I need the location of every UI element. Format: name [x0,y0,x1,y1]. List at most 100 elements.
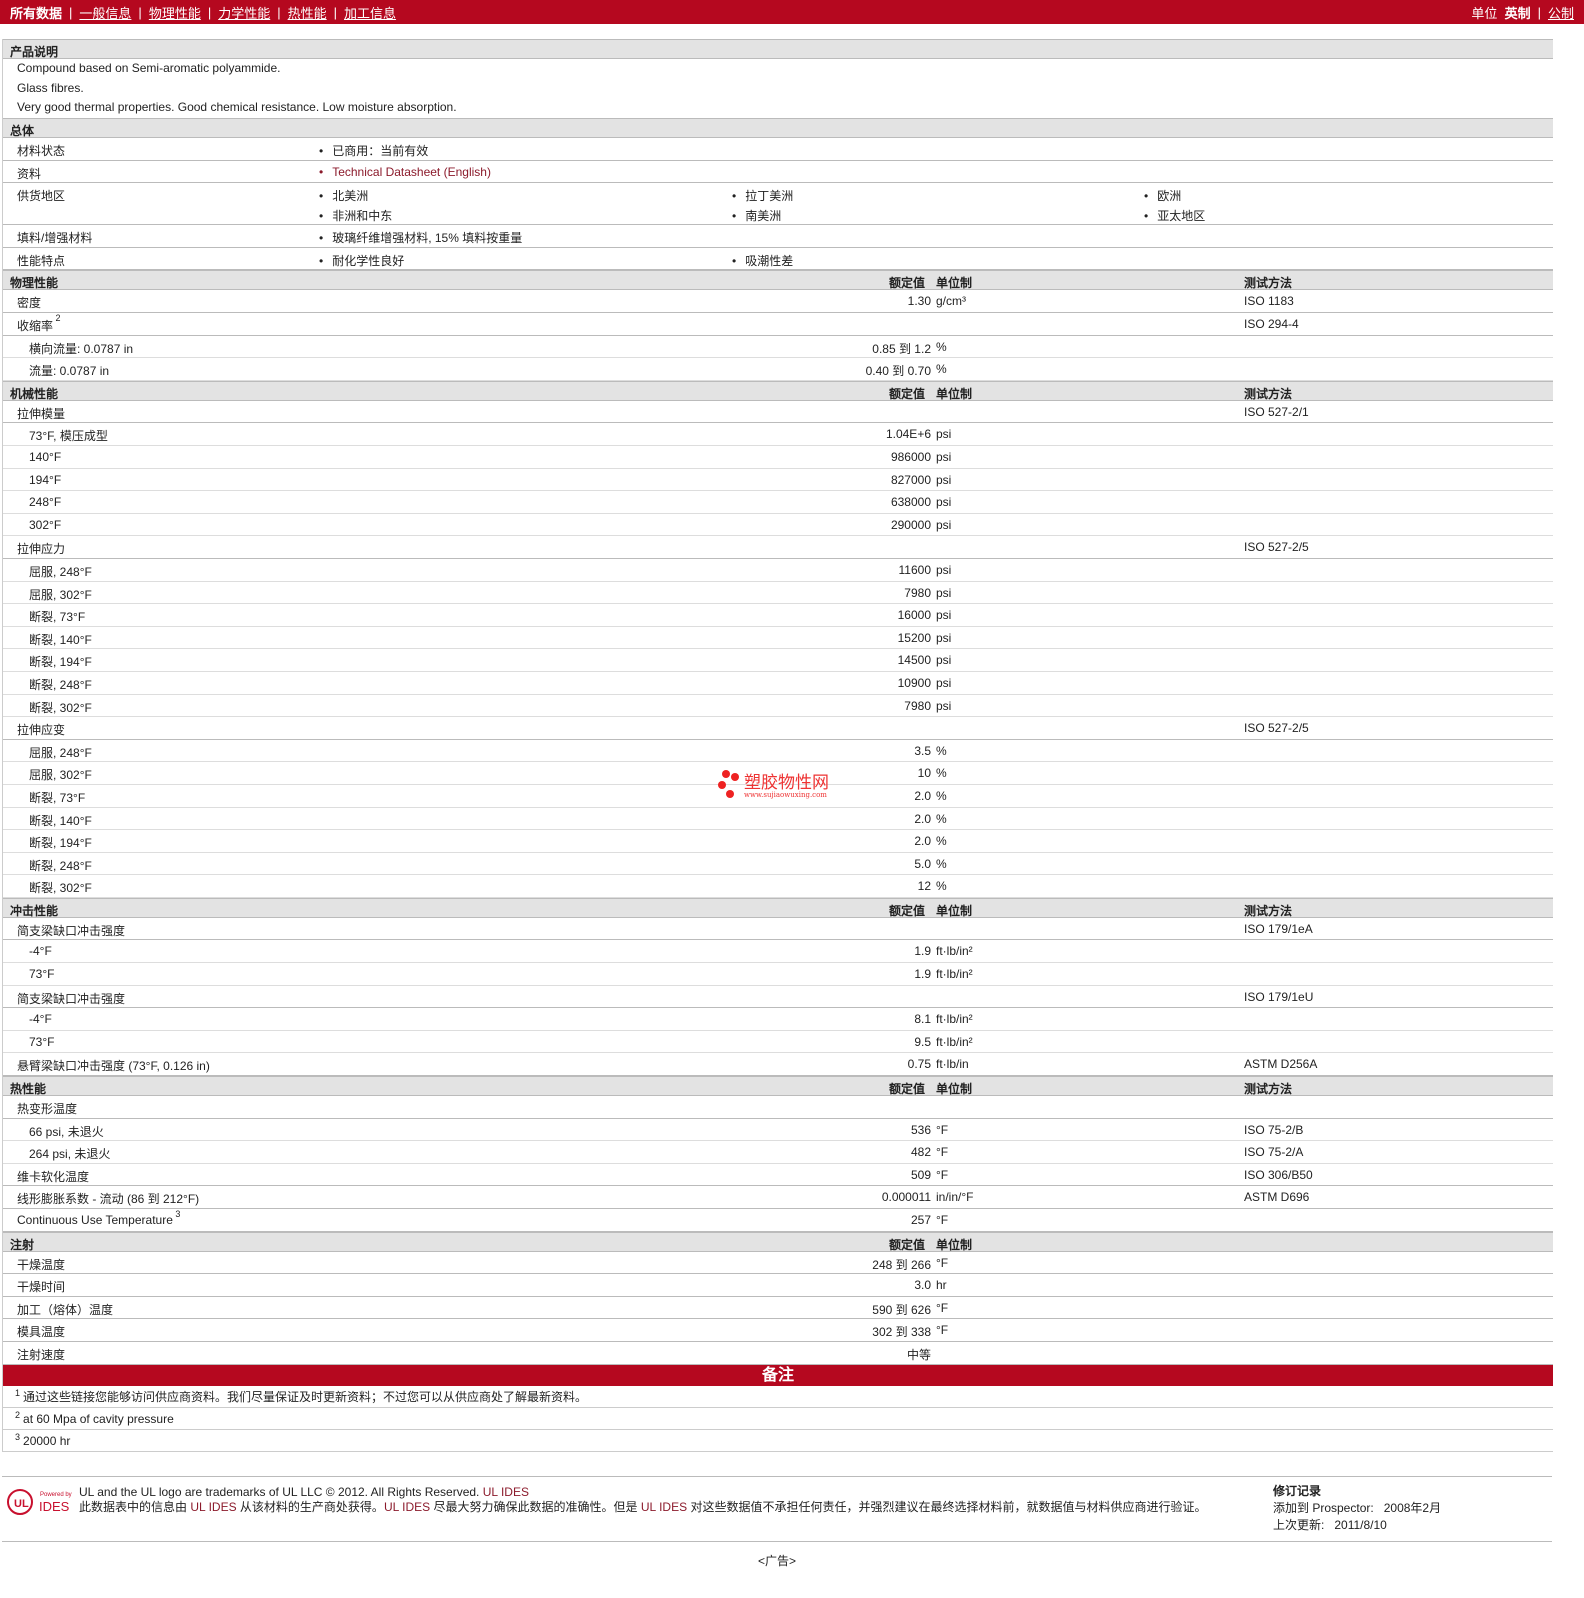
footer: UL Powered by IDES UL and the UL logo are … [2,1476,1552,1542]
property-label: 断裂, 302°F [29,700,92,715]
property-unit: °F [936,1145,949,1160]
unit-imperial[interactable]: 英制 [1505,3,1531,22]
nav-processing[interactable]: 加工信息 [344,3,396,22]
property-row: 流量: 0.0787 in 0.40 到 0.70% [3,358,1553,381]
property-unit: % [936,743,947,758]
general-label: 性能特点 [17,253,66,268]
section-title: 产品说明 [10,45,59,59]
property-row: 模具温度 302 到 338 °F [3,1319,1553,1342]
footnote-text: 通过这些链接您能够访问供应商资料。我们尽量保证及时更新资料；不过您可以从供应商处… [23,1389,588,1404]
property-label: 注射速度 [17,1347,66,1362]
footnote: 3 20000 hr [3,1430,1553,1452]
nav-all-data[interactable]: 所有数据 [10,3,62,22]
property-row: 194°F 827000 psi [3,469,1553,492]
test-method: ISO 75-2/B [1244,1122,1304,1137]
general-item: 南美洲 [732,207,781,224]
property-value: 536 [910,1122,931,1137]
property-value: 827000 [890,472,931,487]
property-row: 拉伸应变 ISO 527-2/5 [3,717,1553,740]
property-value: 16000 [897,608,931,623]
svg-text:塑胶物性网: 塑胶物性网 [744,773,829,793]
property-label: 拉伸应力 [17,542,66,557]
property-unit: psi [936,562,952,577]
nav-general[interactable]: 一般信息 [79,3,131,22]
property-label: 断裂, 140°F [29,632,92,647]
section-title: 物理性能 [10,276,59,291]
general-item: 亚太地区 [1144,207,1205,224]
test-method: ISO 306/B50 [1244,1167,1313,1182]
property-label: 264 psi, 未退火 [29,1147,111,1162]
footnote-ref: 3 [172,1209,181,1219]
property-value: 0.000011 [881,1190,931,1205]
description-line: Compound based on Semi-aromatic polyammi… [17,61,281,75]
property-label: 简支梁缺口冲击强度 [17,991,126,1006]
property-row: 悬臂梁缺口冲击强度 (73°F, 0.126 in) 0.75 ft·lb/in AS… [3,1053,1553,1077]
property-value: 2.0 [914,811,931,826]
property-value: 5.0 [914,856,931,871]
property-label: 流量: 0.0787 in [29,364,110,379]
property-value: 1.30 [907,294,931,309]
property-unit: g/cm³ [936,294,966,309]
property-row: 简支梁缺口冲击强度 ISO 179/1eA [3,918,1553,941]
property-row: 干燥温度 248 到 266 °F [3,1252,1553,1275]
trademark-text: UL and the UL logo are trademarks of UL … [79,1485,480,1499]
disclaimer: 此数据表中的信息由 UL IDES 从该材料的生产商处获得。UL IDES 尽最… [79,1500,1207,1514]
property-value: 10 [917,766,931,781]
column-header-method: 测试方法 [1244,1082,1293,1097]
property-row: 断裂, 248°F 10900 psi [3,672,1553,695]
nav-mechanical[interactable]: 力学性能 [218,3,270,22]
datasheet-link[interactable]: Technical Datasheet (English) [319,165,491,179]
svg-text:Powered by: Powered by [40,1492,72,1498]
column-header-value: 额定值 [889,386,926,401]
test-method: ISO 1183 [1244,294,1294,309]
property-unit: psi [936,450,952,464]
svg-text:IDES: IDES [39,1499,70,1514]
property-row: 140°F 986000 psi [3,446,1553,469]
property-unit: psi [936,675,952,690]
test-method: ASTM D256A [1244,1057,1318,1072]
ul-ides-link[interactable]: UL IDES [483,1485,529,1499]
property-row: 264 psi, 未退火 482 °F ISO 75-2/A [3,1141,1553,1164]
property-row: 横向流量: 0.0787 in 0.85 到 1.2% [3,336,1553,359]
nav-thermal[interactable]: 热性能 [288,3,327,22]
property-label: 194°F [29,472,62,487]
property-row: 收缩率 2 ISO 294-4 [3,313,1553,336]
property-label: 干燥温度 [17,1257,66,1272]
property-row: 密度 1.30 g/cm³ ISO 1183 [3,290,1553,314]
section-title: 机械性能 [10,386,59,401]
column-header-value: 额定值 [889,1237,926,1252]
column-header-value: 额定值 [889,903,926,918]
general-row: 材料状态 已商用：当前有效 [3,138,1553,161]
property-label: 悬臂梁缺口冲击强度 (73°F, 0.126 in) [17,1059,210,1074]
revision-history: 修订记录 添加到 Prospector: 2008年2月 上次更新: 2011/… [1273,1484,1442,1532]
section-title: 冲击性能 [10,903,59,918]
property-unit: % [936,811,947,826]
property-unit: % [936,766,947,781]
property-label: 73°F [29,1034,55,1049]
property-label: 屈服, 248°F [29,564,92,579]
property-value: 2.0 [914,834,931,849]
property-row: 加工（熔体）温度 590 到 626 °F [3,1297,1553,1320]
property-label: 维卡软化温度 [17,1169,90,1184]
svg-text:www.sujiaowuxing.com: www.sujiaowuxing.com [744,791,827,799]
nav-physical[interactable]: 物理性能 [149,3,201,22]
property-label: 密度 [17,296,42,311]
property-value: 248 到 266 [872,1257,931,1272]
property-value: 257 [910,1213,931,1227]
general-row: 性能特点 耐化学性良好 吸潮性差 [3,248,1553,271]
test-method: ASTM D696 [1244,1190,1310,1205]
property-unit: ft·lb/in² [936,1034,973,1049]
property-row: 拉伸应力 ISO 527-2/5 [3,536,1553,559]
property-row: 73°F 9.5 ft·lb/in² [3,1031,1553,1054]
general-label: 资料 [17,166,42,181]
unit-metric[interactable]: 公制 [1548,3,1574,22]
column-header-unit: 单位制 [936,903,973,918]
property-label: 断裂, 194°F [29,655,92,670]
footnote: 1 通过这些链接您能够访问供应商资料。我们尽量保证及时更新资料；不过您可以从供应商… [3,1386,1553,1408]
property-label: 66 psi, 未退火 [29,1124,104,1139]
property-value: 1.04E+6 [885,427,931,442]
test-method: ISO 179/1eU [1244,989,1314,1004]
property-row: 断裂, 140°F 15200 psi [3,627,1553,650]
section-title: 总体 [10,124,35,139]
top-nav: 所有数据 | 一般信息 | 物理性能 | 力学性能 | 热性能 | 加工信息 单位 英制 |… [0,0,1584,24]
